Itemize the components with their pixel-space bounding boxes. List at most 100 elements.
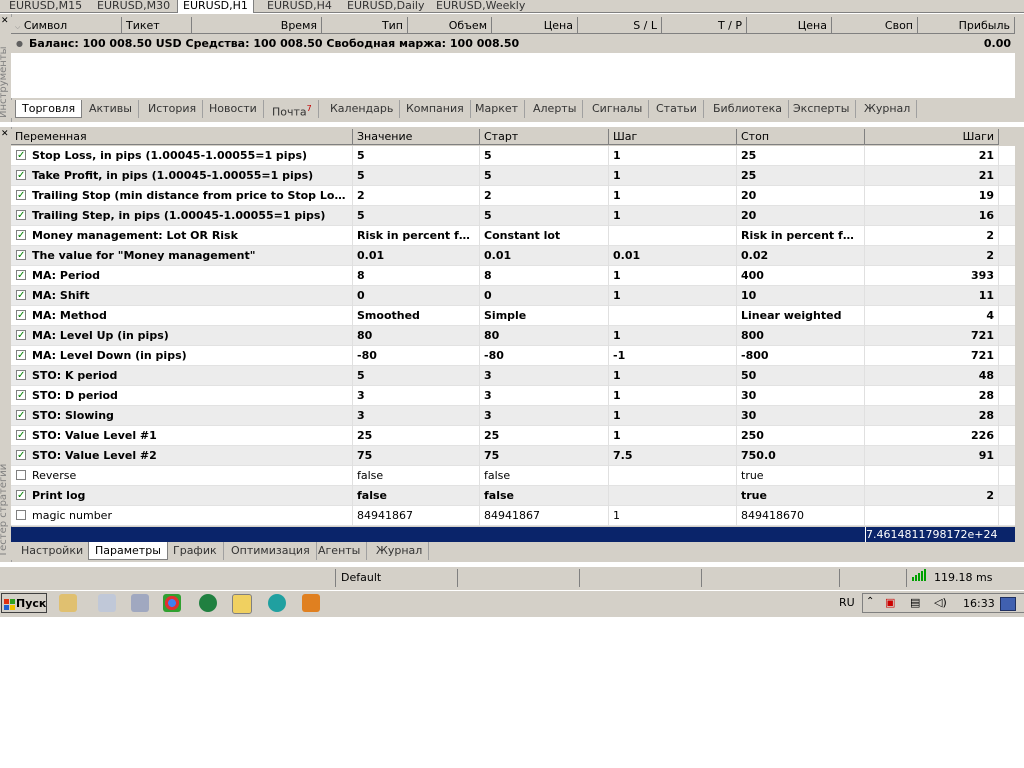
cell-stop[interactable]: 30: [737, 386, 865, 406]
cell-variable[interactable]: Trailing Step, in pips (1.00045-1.00055=…: [11, 206, 353, 226]
cell-variable[interactable]: Reverse: [11, 466, 353, 486]
monitor-icon[interactable]: ▤: [910, 596, 920, 609]
tab-trade[interactable]: Торговля: [15, 100, 83, 118]
col-header-sl[interactable]: S / L: [578, 17, 662, 34]
cell-start[interactable]: 75: [480, 446, 609, 466]
clock[interactable]: 16:33: [963, 597, 995, 610]
row-checkbox[interactable]: ✓: [16, 290, 26, 301]
cell-steps[interactable]: 21: [865, 166, 999, 186]
balance-row[interactable]: ● Баланс: 100 008.50 USD Средства: 100 0…: [11, 35, 1015, 53]
tab-company[interactable]: Компания: [400, 100, 471, 118]
cell-step[interactable]: 7.5: [609, 446, 737, 466]
cell-variable[interactable]: magic number: [11, 506, 353, 526]
col-header-profit[interactable]: Прибыль: [918, 17, 1015, 34]
cell-step[interactable]: 1: [609, 426, 737, 446]
cell-variable[interactable]: Stop Loss, in pips (1.00045-1.00055=1 pi…: [11, 146, 353, 166]
cell-start[interactable]: 8: [480, 266, 609, 286]
language-indicator[interactable]: RU: [839, 596, 855, 610]
cell-value[interactable]: 25: [353, 426, 480, 446]
cell-steps[interactable]: 91: [865, 446, 999, 466]
cell-stop[interactable]: 10: [737, 286, 865, 306]
cell-variable[interactable]: Trailing Stop (min distance from price t…: [11, 186, 353, 206]
tab-library[interactable]: Библиотека: [707, 100, 789, 118]
explorer-icon[interactable]: [59, 594, 77, 612]
cell-start[interactable]: 5: [480, 146, 609, 166]
row-checkbox[interactable]: ✓: [16, 390, 26, 401]
cell-value[interactable]: 0: [353, 286, 480, 306]
table-row[interactable]: Stop Loss, in pips (1.00045-1.00055=1 pi…: [11, 146, 1015, 166]
tab-optimization[interactable]: Оптимизация: [225, 542, 317, 560]
cell-variable[interactable]: MA: Method: [11, 306, 353, 326]
tab-tester-journal[interactable]: Журнал: [370, 542, 430, 560]
cell-steps[interactable]: 721: [865, 346, 999, 366]
chart-tab-eurusd-daily[interactable]: EURUSD,Daily: [342, 0, 429, 12]
row-checkbox[interactable]: ✓: [16, 210, 26, 221]
cell-steps[interactable]: 721: [865, 326, 999, 346]
cell-steps[interactable]: 19: [865, 186, 999, 206]
cell-steps[interactable]: 48: [865, 366, 999, 386]
cell-variable[interactable]: MA: Shift: [11, 286, 353, 306]
table-row[interactable]: STO: Value Level #2 75 75 7.5 750.0 91 ✓: [11, 446, 1015, 466]
col-header-variable[interactable]: Переменная: [11, 129, 353, 145]
cell-stop[interactable]: Risk in percent for ...: [737, 226, 865, 246]
table-row[interactable]: MA: Shift 0 0 1 10 11 ✓: [11, 286, 1015, 306]
chart-tab-eurusd-h1[interactable]: EURUSD,H1: [177, 0, 254, 13]
table-row[interactable]: Money management: Lot OR Risk Risk in per…: [11, 226, 1015, 246]
cell-step[interactable]: 1: [609, 206, 737, 226]
tray-expand-icon[interactable]: ⌃: [866, 596, 874, 607]
table-row[interactable]: MA: Method Smoothed Simple Linear weighted 4…: [11, 306, 1015, 326]
cell-variable[interactable]: Take Profit, in pips (1.00045-1.00055=1 …: [11, 166, 353, 186]
table-row[interactable]: STO: K period 5 3 1 50 48 ✓: [11, 366, 1015, 386]
cell-start[interactable]: 3: [480, 366, 609, 386]
cell-value[interactable]: 5: [353, 146, 480, 166]
cell-stop[interactable]: 750.0: [737, 446, 865, 466]
network-icon[interactable]: [131, 594, 149, 612]
tab-history[interactable]: История: [142, 100, 204, 118]
cell-step[interactable]: -1: [609, 346, 737, 366]
col-header-stop[interactable]: Стоп: [737, 129, 865, 145]
cell-value[interactable]: 5: [353, 366, 480, 386]
cell-stop[interactable]: -800: [737, 346, 865, 366]
cell-steps[interactable]: 2: [865, 226, 999, 246]
cell-steps[interactable]: 16: [865, 206, 999, 226]
table-row[interactable]: STO: D period 3 3 1 30 28 ✓: [11, 386, 1015, 406]
cell-steps[interactable]: 28: [865, 386, 999, 406]
cell-variable[interactable]: STO: Value Level #2: [11, 446, 353, 466]
cell-value[interactable]: 5: [353, 206, 480, 226]
cell-value[interactable]: 3: [353, 386, 480, 406]
cell-value[interactable]: Smoothed: [353, 306, 480, 326]
cell-variable[interactable]: STO: K period: [11, 366, 353, 386]
table-row[interactable]: Trailing Stop (min distance from price t…: [11, 186, 1015, 206]
col-header-price-current[interactable]: Цена: [747, 17, 832, 34]
row-checkbox[interactable]: ✓: [16, 270, 26, 281]
table-row[interactable]: MA: Level Down (in pips) -80 -80 -1 -800 721 ✓: [11, 346, 1015, 366]
tab-assets[interactable]: Активы: [83, 100, 139, 118]
cell-value[interactable]: 2: [353, 186, 480, 206]
cell-step[interactable]: [609, 306, 737, 326]
cell-start[interactable]: 25: [480, 426, 609, 446]
col-header-type[interactable]: Тип: [322, 17, 408, 34]
cell-step[interactable]: [609, 466, 737, 486]
col-header-tp[interactable]: T / P: [662, 17, 747, 34]
cell-variable[interactable]: MA: Level Up (in pips): [11, 326, 353, 346]
row-checkbox[interactable]: ✓: [16, 250, 26, 261]
volume-icon[interactable]: ◁): [934, 596, 947, 609]
cell-value[interactable]: false: [353, 466, 480, 486]
tab-chart[interactable]: График: [167, 542, 224, 560]
col-header-value[interactable]: Значение: [353, 129, 480, 145]
cell-steps[interactable]: 2: [865, 246, 999, 266]
cell-start[interactable]: 5: [480, 206, 609, 226]
tab-settings[interactable]: Настройки: [15, 542, 91, 560]
app-grid-icon[interactable]: [302, 594, 320, 612]
chrome-icon[interactable]: [163, 594, 181, 612]
tab-market[interactable]: Маркет: [469, 100, 526, 118]
cell-variable[interactable]: STO: Slowing: [11, 406, 353, 426]
network-alert-icon[interactable]: ▣: [885, 596, 895, 609]
cell-stop[interactable]: 849418670: [737, 506, 865, 526]
cell-stop[interactable]: 20: [737, 206, 865, 226]
cell-step[interactable]: 1: [609, 146, 737, 166]
col-header-time[interactable]: Время: [192, 17, 322, 34]
col-header-steps[interactable]: Шаги: [865, 129, 999, 145]
row-checkbox[interactable]: [16, 510, 26, 520]
table-row[interactable]: MA: Period 8 8 1 400 393 ✓: [11, 266, 1015, 286]
